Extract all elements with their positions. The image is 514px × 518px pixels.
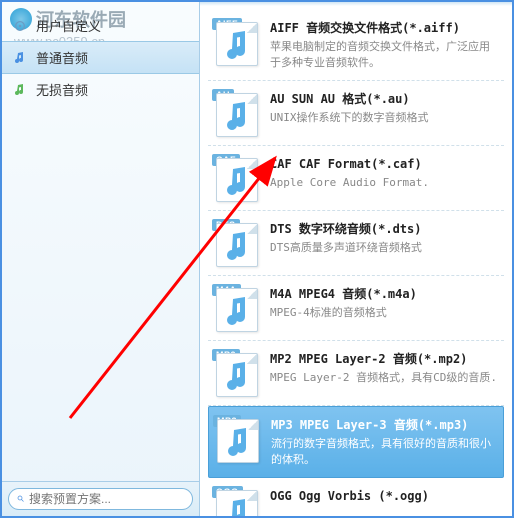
format-icon: CAF <box>212 154 260 202</box>
format-desc: UNIX操作系统下的数字音频格式 <box>270 110 500 127</box>
format-title: OGG Ogg Vorbis (*.ogg) <box>270 488 500 505</box>
main-panel: AIFF AIFF 音频交换文件格式(*.aiff) 苹果电脑制定的音频交换文件… <box>200 2 512 516</box>
music-note-icon <box>12 50 28 66</box>
format-desc: Apple Core Audio Format. <box>270 175 500 192</box>
format-icon: OGG <box>212 486 260 516</box>
gear-icon <box>12 18 28 34</box>
format-title: DTS 数字环绕音频(*.dts) <box>270 221 500 238</box>
format-text: OGG Ogg Vorbis (*.ogg) <box>270 486 500 507</box>
format-text: AIFF 音频交换文件格式(*.aiff) 苹果电脑制定的音频交换文件格式，广泛… <box>270 18 500 72</box>
format-title: AU SUN AU 格式(*.au) <box>270 91 500 108</box>
format-icon: MP2 <box>212 349 260 397</box>
format-text: MP2 MPEG Layer-2 音频(*.mp2) MPEG Layer-2 … <box>270 349 500 386</box>
sidebar-item-label: 用户自定义 <box>36 16 101 35</box>
format-icon: M4A <box>212 284 260 332</box>
format-text: DTS 数字环绕音频(*.dts) DTS高质量多声道环绕音频格式 <box>270 219 500 256</box>
sidebar-list: 用户自定义 普通音频 无损音频 <box>2 10 199 105</box>
format-text: AU SUN AU 格式(*.au) UNIX操作系统下的数字音频格式 <box>270 89 500 126</box>
music-note-icon <box>12 82 28 98</box>
sidebar-bottom <box>2 481 199 516</box>
format-icon: AIFF <box>212 18 260 66</box>
sidebar-item-label: 无损音频 <box>36 80 88 99</box>
format-desc: 苹果电脑制定的音频交换文件格式，广泛应用于多种专业音频软件。 <box>270 39 500 72</box>
format-list: AIFF AIFF 音频交换文件格式(*.aiff) 苹果电脑制定的音频交换文件… <box>200 6 512 516</box>
format-title: M4A MPEG4 音频(*.m4a) <box>270 286 500 303</box>
format-text: MP3 MPEG Layer-3 音频(*.mp3) 流行的数字音频格式，具有很… <box>271 415 499 469</box>
sidebar-item-custom[interactable]: 用户自定义 <box>2 10 199 41</box>
format-title: AIFF 音频交换文件格式(*.aiff) <box>270 20 500 37</box>
format-desc: MPEG Layer-2 音频格式，具有CD级的音质. <box>270 370 500 387</box>
format-title: MP2 MPEG Layer-2 音频(*.mp2) <box>270 351 500 368</box>
sidebar-item-normal-audio[interactable]: 普通音频 <box>2 41 199 74</box>
search-icon <box>17 492 25 506</box>
format-item[interactable]: OGG OGG Ogg Vorbis (*.ogg) <box>208 478 504 516</box>
format-desc: 流行的数字音频格式，具有很好的音质和很小的体积。 <box>271 436 499 469</box>
sidebar-top: 河东软件园 www.pc0359.cn 用户自定义 普通音频 <box>2 2 199 481</box>
format-item[interactable]: AIFF AIFF 音频交换文件格式(*.aiff) 苹果电脑制定的音频交换文件… <box>208 10 504 81</box>
format-title: CAF CAF Format(*.caf) <box>270 156 500 173</box>
format-desc: DTS高质量多声道环绕音频格式 <box>270 240 500 257</box>
search-input[interactable] <box>29 492 184 506</box>
format-text: M4A MPEG4 音频(*.m4a) MPEG-4标准的音频格式 <box>270 284 500 321</box>
format-icon: DTS <box>212 219 260 267</box>
format-title: MP3 MPEG Layer-3 音频(*.mp3) <box>271 417 499 434</box>
format-item[interactable]: CAF CAF CAF Format(*.caf) Apple Core Aud… <box>208 146 504 211</box>
format-item[interactable]: MP3 MP3 MPEG Layer-3 音频(*.mp3) 流行的数字音频格式… <box>208 406 504 478</box>
sidebar: 河东软件园 www.pc0359.cn 用户自定义 普通音频 <box>2 2 200 516</box>
sidebar-item-lossless-audio[interactable]: 无损音频 <box>2 74 199 105</box>
format-item[interactable]: MP2 MP2 MPEG Layer-2 音频(*.mp2) MPEG Laye… <box>208 341 504 406</box>
format-item[interactable]: DTS DTS 数字环绕音频(*.dts) DTS高质量多声道环绕音频格式 <box>208 211 504 276</box>
sidebar-item-label: 普通音频 <box>36 48 88 67</box>
format-icon: MP3 <box>213 415 261 463</box>
format-item[interactable]: AU AU SUN AU 格式(*.au) UNIX操作系统下的数字音频格式 <box>208 81 504 146</box>
format-text: CAF CAF Format(*.caf) Apple Core Audio F… <box>270 154 500 191</box>
format-item[interactable]: M4A M4A MPEG4 音频(*.m4a) MPEG-4标准的音频格式 <box>208 276 504 341</box>
search-box[interactable] <box>8 488 193 510</box>
format-icon: AU <box>212 89 260 137</box>
format-desc: MPEG-4标准的音频格式 <box>270 305 500 322</box>
